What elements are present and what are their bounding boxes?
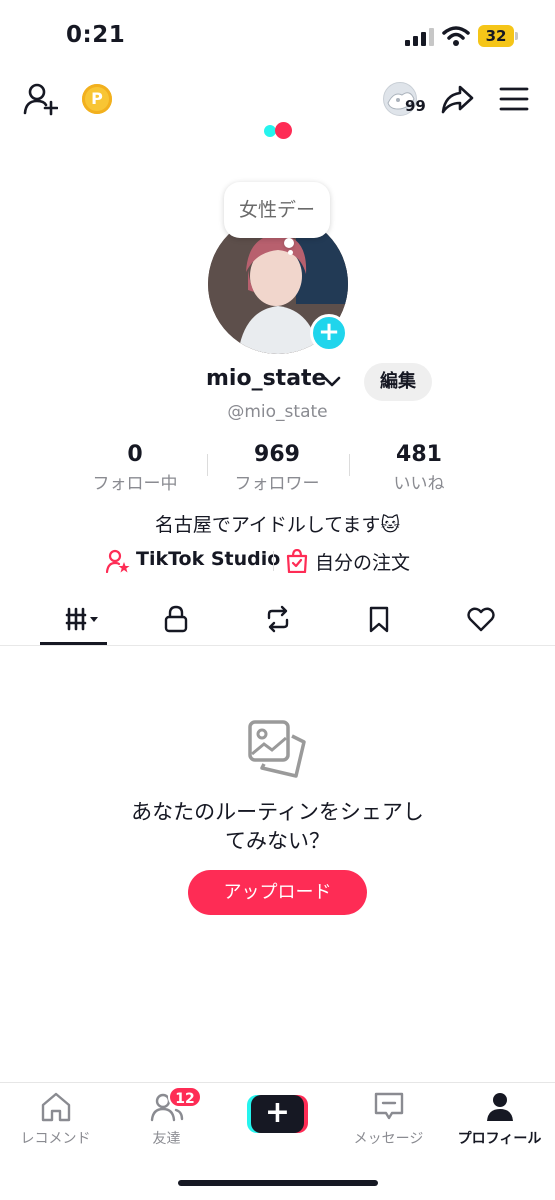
shopping-bag-icon bbox=[286, 549, 308, 573]
profile-links: TikTok Studio 自分の注文 bbox=[0, 545, 555, 577]
note-bubble-tail bbox=[284, 238, 294, 248]
username[interactable]: mio_state bbox=[206, 366, 326, 391]
tiktok-studio-link[interactable]: TikTok Studio bbox=[136, 548, 280, 570]
bookmark-icon bbox=[369, 606, 388, 633]
stat-value: 481 bbox=[396, 442, 442, 467]
tab-reposts[interactable] bbox=[222, 594, 333, 646]
stat-label: いいね bbox=[393, 474, 445, 494]
status-time: 0:21 bbox=[66, 22, 126, 48]
link-divider bbox=[273, 551, 274, 571]
user-handle: @mio_state bbox=[227, 402, 328, 422]
active-tab-indicator bbox=[40, 642, 107, 645]
profile-stats: 0 フォロー中 969 フォロワー 481 いいね bbox=[0, 442, 555, 494]
battery-level: 32 bbox=[478, 25, 514, 47]
photos-icon bbox=[248, 720, 306, 778]
nav-profile[interactable]: プロフィール bbox=[444, 1091, 555, 1151]
studio-icon bbox=[106, 549, 130, 573]
tab-saved[interactable] bbox=[323, 594, 434, 646]
lock-icon bbox=[164, 605, 187, 633]
nav-inbox[interactable]: メッセージ bbox=[333, 1091, 444, 1151]
my-orders-link[interactable]: 自分の注文 bbox=[315, 548, 410, 575]
status-bar: 0:21 32 bbox=[0, 0, 555, 72]
add-avatar-button[interactable]: + bbox=[310, 314, 348, 352]
heart-icon bbox=[466, 607, 495, 632]
profile-views-count: 99 bbox=[405, 97, 426, 115]
stat-followers[interactable]: 969 フォロワー bbox=[207, 442, 347, 494]
friends-badge: 12 bbox=[168, 1086, 202, 1108]
battery-cap bbox=[515, 32, 518, 40]
stat-value: 969 bbox=[254, 442, 300, 467]
chevron-down-icon[interactable] bbox=[322, 374, 342, 390]
stat-likes[interactable]: 481 いいね bbox=[349, 442, 489, 494]
dot-red bbox=[275, 122, 292, 139]
nav-home[interactable]: レコメンド bbox=[0, 1091, 111, 1151]
home-indicator bbox=[178, 1180, 378, 1186]
wifi-icon bbox=[442, 26, 470, 46]
upload-button[interactable]: アップロード bbox=[188, 870, 367, 915]
empty-state-message: あなたのルーティンをシェアし てみない？ bbox=[0, 798, 555, 856]
stat-value: 0 bbox=[127, 442, 143, 467]
note-bubble-tail-small bbox=[288, 250, 293, 255]
profile-icon bbox=[486, 1093, 513, 1121]
profile-top-bar: P 99 bbox=[0, 72, 555, 128]
nav-label: 友達 bbox=[152, 1131, 181, 1147]
stat-label: フォロー中 bbox=[92, 474, 178, 494]
nav-label: レコメンド bbox=[20, 1131, 91, 1147]
tab-videos[interactable] bbox=[18, 594, 129, 646]
create-icon: + bbox=[251, 1095, 304, 1133]
edit-profile-button[interactable]: 編集 bbox=[364, 363, 432, 401]
videos-grid-icon bbox=[65, 607, 98, 631]
share-icon[interactable] bbox=[440, 82, 474, 116]
stat-following[interactable]: 0 フォロー中 bbox=[65, 442, 205, 494]
empty-state-line: てみない？ bbox=[225, 829, 330, 853]
repost-icon bbox=[267, 605, 288, 633]
add-friend-icon[interactable] bbox=[22, 82, 58, 116]
empty-state-line: あなたのルーティンをシェアし bbox=[131, 800, 424, 824]
tiktok-dots-logo bbox=[264, 122, 294, 140]
tab-liked[interactable] bbox=[425, 594, 536, 646]
note-bubble[interactable]: 女性デー bbox=[224, 182, 330, 238]
create-button[interactable]: + bbox=[247, 1095, 308, 1133]
username-row: mio_state 編集 bbox=[0, 362, 555, 404]
message-icon bbox=[374, 1092, 403, 1120]
menu-icon[interactable] bbox=[498, 84, 530, 114]
tab-private[interactable] bbox=[120, 594, 231, 646]
profile-tabs bbox=[0, 594, 555, 646]
bio: 名古屋でアイドルしてます🐱 bbox=[154, 514, 401, 536]
nav-label: メッセージ bbox=[353, 1131, 424, 1147]
home-icon bbox=[41, 1092, 70, 1122]
cellular-signal-icon bbox=[405, 28, 434, 46]
nav-friends[interactable]: 友達 bbox=[111, 1091, 222, 1151]
stat-label: フォロワー bbox=[234, 474, 320, 494]
coin-icon[interactable]: P bbox=[82, 84, 112, 114]
nav-label: プロフィール bbox=[457, 1131, 542, 1147]
